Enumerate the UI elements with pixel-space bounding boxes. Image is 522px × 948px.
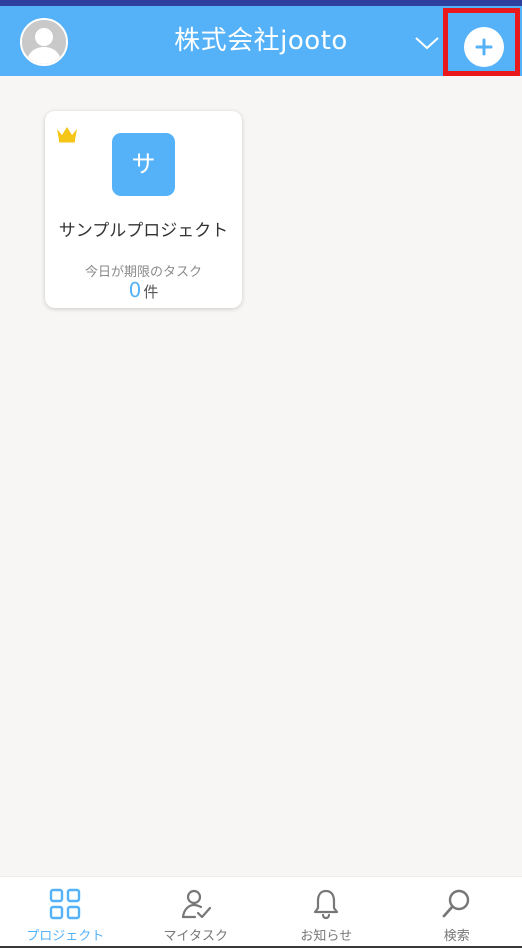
bell-icon	[314, 889, 339, 920]
project-list: サ サンプルプロジェクト 今日が期限のタスク 0件	[0, 76, 522, 876]
due-today-count-row: 0件	[45, 278, 242, 302]
due-today-unit: 件	[143, 283, 159, 301]
project-card[interactable]: サ サンプルプロジェクト 今日が期限のタスク 0件	[45, 111, 242, 308]
nav-label-search: 検索	[443, 929, 470, 944]
user-check-icon	[181, 889, 211, 919]
user-avatar[interactable]	[20, 18, 68, 66]
nav-item-my-tasks[interactable]: マイタスク	[131, 877, 262, 948]
highlight-box	[443, 8, 520, 76]
user-avatar-icon	[22, 20, 66, 64]
project-name: サンプルプロジェクト	[58, 221, 229, 241]
nav-label-projects: プロジェクト	[26, 929, 105, 944]
nav-item-projects[interactable]: プロジェクト	[0, 877, 131, 948]
due-today-count: 0	[128, 278, 142, 302]
workspace-title[interactable]: 株式会社jooto	[90, 24, 432, 58]
crown-icon	[57, 127, 77, 143]
project-icon: サ	[112, 133, 175, 196]
search-icon	[442, 889, 469, 918]
grid-icon	[50, 888, 81, 920]
chevron-down-icon[interactable]	[414, 34, 440, 52]
bottom-navigation: プロジェクト マイタスク お知らせ 検索	[0, 876, 522, 948]
nav-label-my-tasks: マイタスク	[163, 929, 228, 944]
nav-item-search[interactable]: 検索	[392, 877, 522, 948]
nav-label-notifications: お知らせ	[300, 929, 353, 944]
nav-item-notifications[interactable]: お知らせ	[261, 877, 392, 948]
